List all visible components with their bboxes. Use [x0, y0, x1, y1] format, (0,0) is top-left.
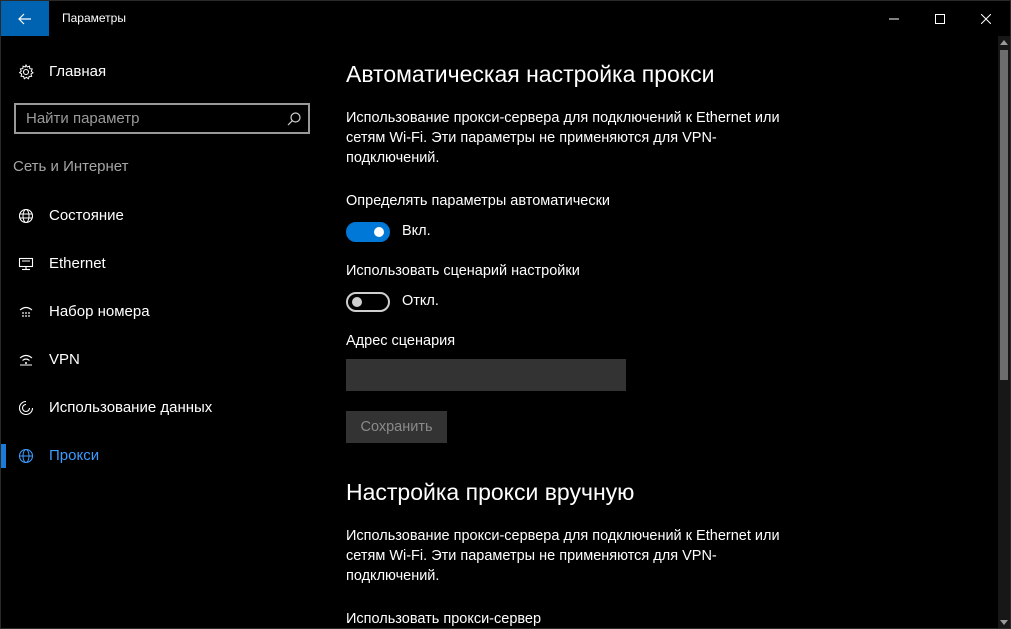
- globe-icon: [17, 447, 35, 465]
- scroll-down-button[interactable]: [998, 616, 1010, 628]
- manual-proxy-title: Настройка прокси вручную: [346, 479, 635, 505]
- sidebar-item-label: Состояние: [49, 207, 124, 224]
- auto-proxy-title: Автоматическая настройка прокси: [346, 61, 715, 87]
- toggle-knob: [374, 227, 384, 237]
- sidebar-item-data-usage[interactable]: Использование данных: [1, 390, 321, 426]
- use-proxy-label: Использовать прокси-сервер: [346, 611, 542, 627]
- active-indicator: [1, 444, 6, 468]
- use-script-state: Откл.: [402, 293, 439, 309]
- close-icon: [981, 13, 991, 24]
- sidebar-item-status[interactable]: Состояние: [1, 198, 321, 234]
- minimize-icon: [889, 18, 899, 19]
- save-button[interactable]: Сохранить: [346, 411, 447, 443]
- scrollbar[interactable]: [998, 36, 1010, 628]
- scrollbar-thumb[interactable]: [1000, 50, 1008, 380]
- scroll-up-button[interactable]: [998, 36, 1010, 48]
- sidebar-item-ethernet[interactable]: Ethernet: [1, 246, 321, 282]
- maximize-icon: [935, 13, 945, 24]
- auto-proxy-description: Использование прокси-сервера для подключ…: [346, 110, 780, 166]
- sidebar-item-label: Набор номера: [49, 303, 150, 320]
- sidebar-item-label: Прокси: [49, 447, 100, 464]
- sidebar: Главная Найти параметр Сеть и Интернет С…: [1, 36, 321, 628]
- scroll-down-icon: [1000, 619, 1008, 625]
- sidebar-item-proxy[interactable]: Прокси: [1, 438, 321, 474]
- sidebar-item-label: Ethernet: [49, 255, 106, 272]
- back-arrow-icon: [18, 13, 31, 24]
- ethernet-icon: [17, 255, 35, 273]
- vpn-icon: [17, 351, 35, 369]
- section-label-network: Сеть и Интернет: [13, 158, 129, 175]
- manual-proxy-description: Использование прокси-сервера для подключ…: [346, 528, 780, 584]
- data-usage-icon: [17, 399, 35, 417]
- script-address-label: Адрес сценария: [346, 333, 456, 349]
- minimize-button[interactable]: [871, 1, 917, 36]
- use-script-label: Использовать сценарий настройки: [346, 263, 580, 279]
- search-placeholder: Найти параметр: [26, 110, 140, 127]
- sidebar-home[interactable]: Главная: [1, 60, 321, 84]
- app-title: Параметры: [62, 11, 126, 25]
- dialup-icon: [17, 303, 35, 321]
- scroll-up-icon: [1000, 39, 1008, 45]
- script-address-input[interactable]: [346, 359, 626, 391]
- globe-status-icon: [17, 207, 35, 225]
- sidebar-home-label: Главная: [49, 63, 107, 80]
- back-button[interactable]: [1, 1, 49, 36]
- search-icon[interactable]: [286, 111, 302, 127]
- sidebar-item-label: VPN: [49, 351, 80, 368]
- search-input[interactable]: Найти параметр: [14, 103, 310, 134]
- use-script-toggle[interactable]: [346, 292, 390, 312]
- sidebar-item-dialup[interactable]: Набор номера: [1, 294, 321, 330]
- gear-icon: [17, 63, 35, 81]
- maximize-button[interactable]: [917, 1, 963, 36]
- detect-auto-state: Вкл.: [402, 223, 431, 239]
- settings-window: Параметры Главная Найти параметр Сеть и …: [0, 0, 1011, 629]
- detect-auto-toggle[interactable]: [346, 222, 390, 242]
- sidebar-item-label: Использование данных: [49, 399, 213, 416]
- main-content: Автоматическая настройка прокси Использо…: [346, 36, 986, 628]
- detect-auto-label: Определять параметры автоматически: [346, 193, 611, 209]
- toggle-knob: [352, 297, 362, 307]
- sidebar-item-vpn[interactable]: VPN: [1, 342, 321, 378]
- title-bar: Параметры: [1, 1, 1010, 36]
- close-button[interactable]: [963, 1, 1009, 36]
